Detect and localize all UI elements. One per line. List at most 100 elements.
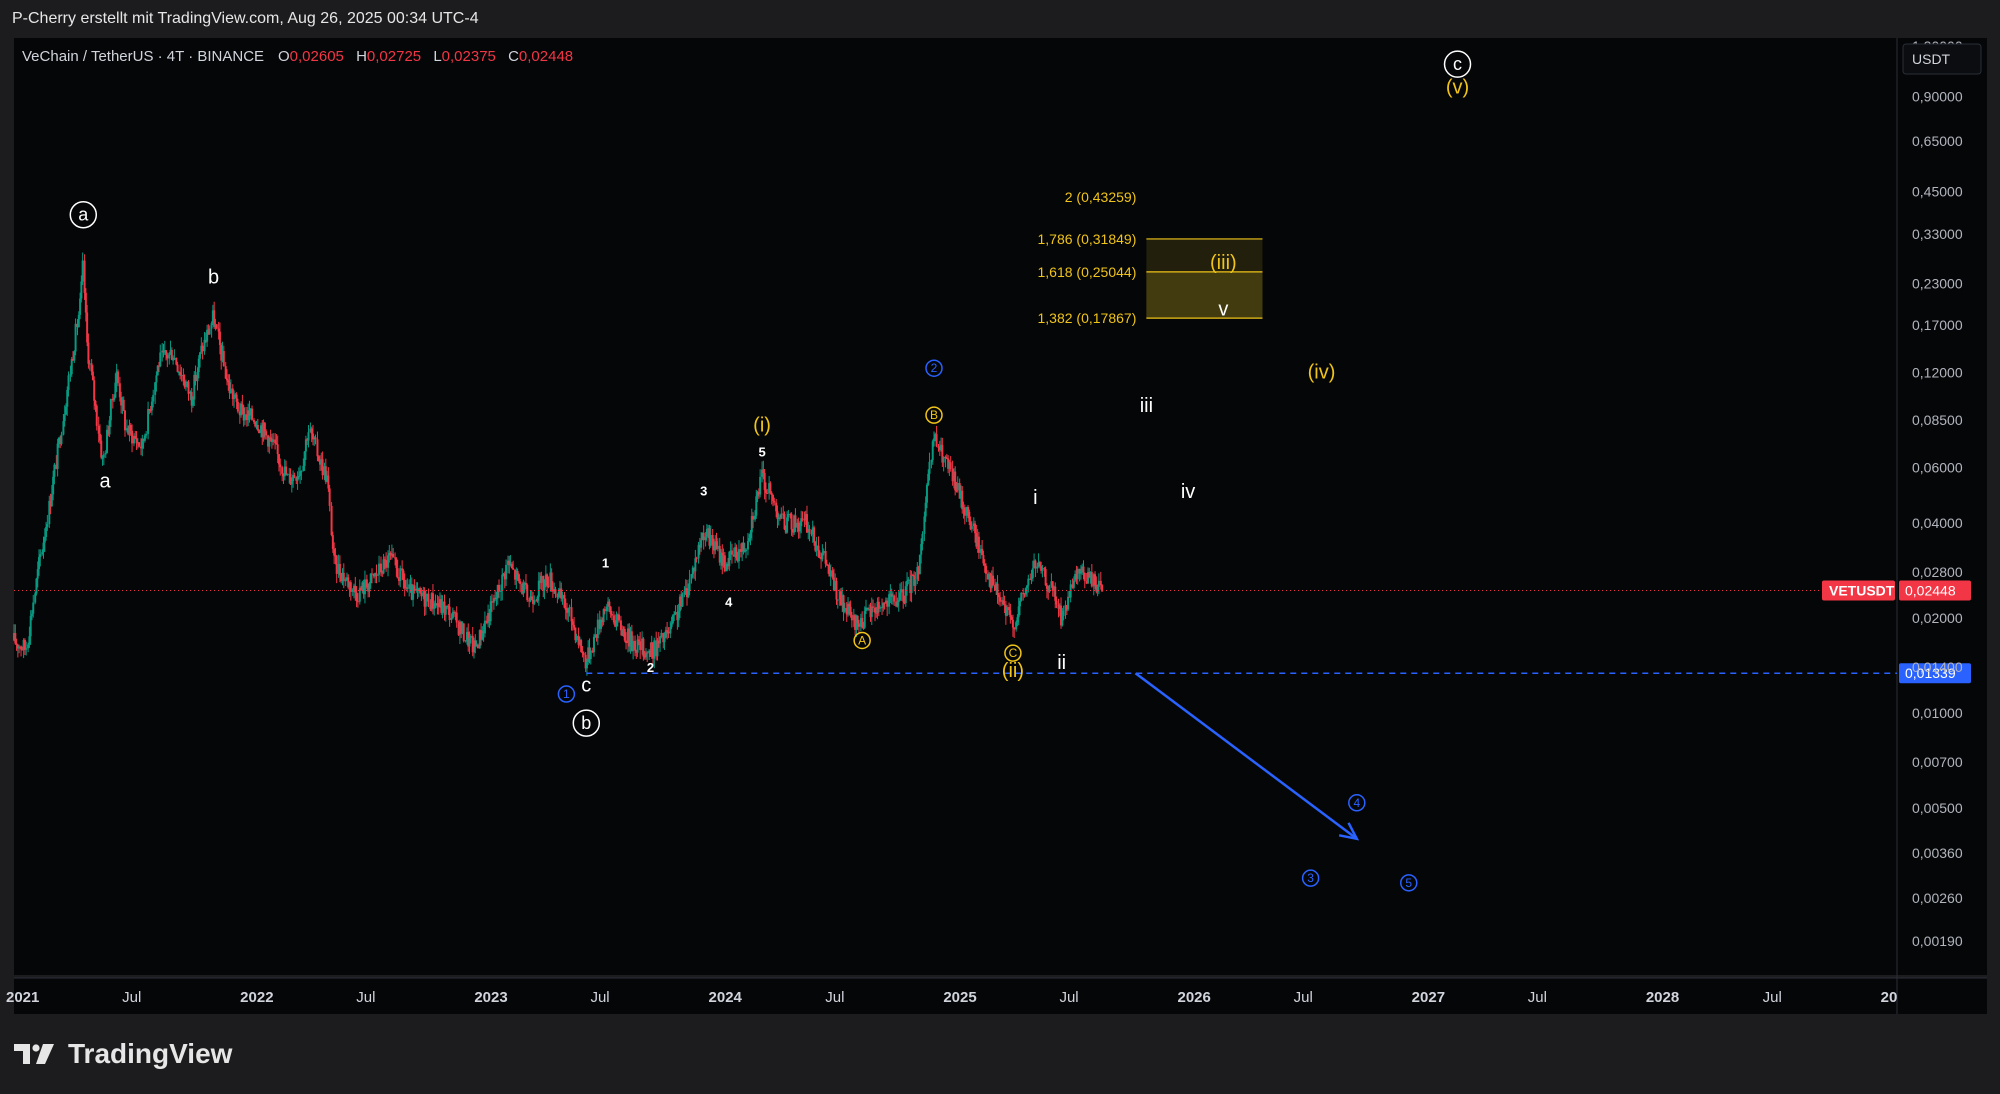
- fib-zone-strong: [1146, 271, 1263, 319]
- candle-body: [735, 547, 738, 558]
- candle-body: [728, 551, 731, 567]
- candle-body: [235, 394, 238, 402]
- candle-body: [563, 594, 566, 608]
- candle-body: [918, 554, 921, 574]
- candle-body: [543, 579, 546, 591]
- candle-body: [671, 615, 674, 624]
- time-tick-label: 2024: [709, 989, 743, 1006]
- candle-body: [227, 380, 230, 383]
- candle-body: [870, 606, 873, 618]
- candle-body: [822, 550, 825, 554]
- candle-body: [695, 558, 698, 560]
- candle-body: [843, 607, 846, 612]
- price-chart[interactable]: VETUSDT 0,024480,013392 (0,43259)1,786 (0…: [0, 0, 2000, 1094]
- candle-body: [263, 422, 266, 432]
- legend-low-label: L: [433, 48, 441, 65]
- candle-body: [865, 607, 868, 611]
- wave-label: 3: [1307, 871, 1314, 885]
- candle-body: [297, 476, 300, 478]
- candle-body: [547, 585, 550, 587]
- candle-body: [755, 496, 758, 516]
- candle-body: [763, 472, 766, 490]
- candle-body: [208, 328, 211, 335]
- candle-body: [510, 563, 513, 569]
- candle-body: [328, 488, 331, 506]
- candle-body: [663, 637, 666, 643]
- candle-body: [1045, 585, 1048, 589]
- candle-body: [688, 579, 691, 591]
- price-tick-label: 0,90000: [1912, 89, 1963, 105]
- candle-body: [737, 549, 740, 562]
- candle-body: [813, 527, 816, 542]
- time-tick-label: Jul: [590, 989, 609, 1006]
- candle-body: [783, 513, 786, 530]
- candle-body: [522, 583, 525, 594]
- wave-label: ii: [1057, 652, 1066, 674]
- candle-body: [286, 474, 289, 476]
- candle-body: [759, 476, 762, 495]
- candle-body: [84, 292, 87, 313]
- currency-button[interactable]: USDT: [1912, 51, 1951, 67]
- candle-body: [155, 375, 158, 383]
- candle-body: [433, 607, 436, 609]
- candle-body: [87, 342, 90, 364]
- tradingview-brand: TradingView: [14, 1038, 232, 1070]
- candle-body: [436, 603, 439, 606]
- candle-body: [131, 430, 134, 444]
- candle-body: [316, 439, 319, 457]
- price-tick-label: 0,00260: [1912, 890, 1963, 906]
- candle-body: [276, 444, 279, 455]
- price-tick-label: 0,06000: [1912, 460, 1963, 476]
- candle-body: [86, 312, 89, 343]
- candle-body: [166, 354, 169, 359]
- candle-body: [935, 434, 938, 447]
- candle-body: [52, 476, 55, 495]
- candle-body: [66, 389, 69, 407]
- wave-label: 5: [758, 445, 765, 460]
- candle-body: [983, 563, 986, 566]
- candle-body: [683, 590, 686, 595]
- candle-body: [64, 406, 67, 415]
- wave-label: 4: [725, 594, 733, 609]
- candle-body: [848, 603, 851, 607]
- price-tick-label: 0,00500: [1912, 800, 1963, 816]
- candle-body: [499, 590, 502, 592]
- candle-body: [30, 613, 33, 616]
- candle-body: [170, 349, 173, 361]
- price-tick-label: 0,01400: [1912, 659, 1963, 675]
- candle-body: [431, 593, 434, 609]
- candle-body: [794, 515, 797, 528]
- candle-body: [900, 589, 903, 593]
- candle-body: [265, 431, 268, 436]
- candle-body: [764, 489, 767, 493]
- candle-body: [997, 594, 1000, 598]
- candle-body: [272, 439, 275, 443]
- candle-body: [90, 363, 93, 372]
- candle-body: [118, 383, 121, 398]
- candle-body: [742, 542, 745, 552]
- candle-body: [29, 615, 32, 637]
- candle-body: [191, 399, 194, 406]
- candle-body: [933, 438, 936, 442]
- candle-body: [34, 593, 37, 603]
- candle-body: [580, 640, 583, 652]
- candle-body: [623, 629, 626, 641]
- candle-body: [702, 532, 705, 541]
- candle-body: [674, 612, 677, 615]
- candle-body: [138, 442, 141, 447]
- candle-body: [519, 581, 522, 585]
- candle-body: [825, 563, 828, 565]
- candle-body: [218, 331, 221, 346]
- candle-body: [1062, 611, 1065, 616]
- candle-body: [46, 524, 49, 528]
- candle-body: [376, 574, 379, 576]
- candle-body: [609, 606, 612, 615]
- candle-body: [749, 532, 752, 539]
- wave-label: (i): [753, 415, 771, 437]
- candle-body: [653, 640, 656, 659]
- candle-body: [53, 464, 56, 477]
- candle-body: [944, 456, 947, 459]
- candle-body: [27, 644, 30, 649]
- candle-body: [251, 408, 254, 420]
- candle-body: [888, 594, 891, 607]
